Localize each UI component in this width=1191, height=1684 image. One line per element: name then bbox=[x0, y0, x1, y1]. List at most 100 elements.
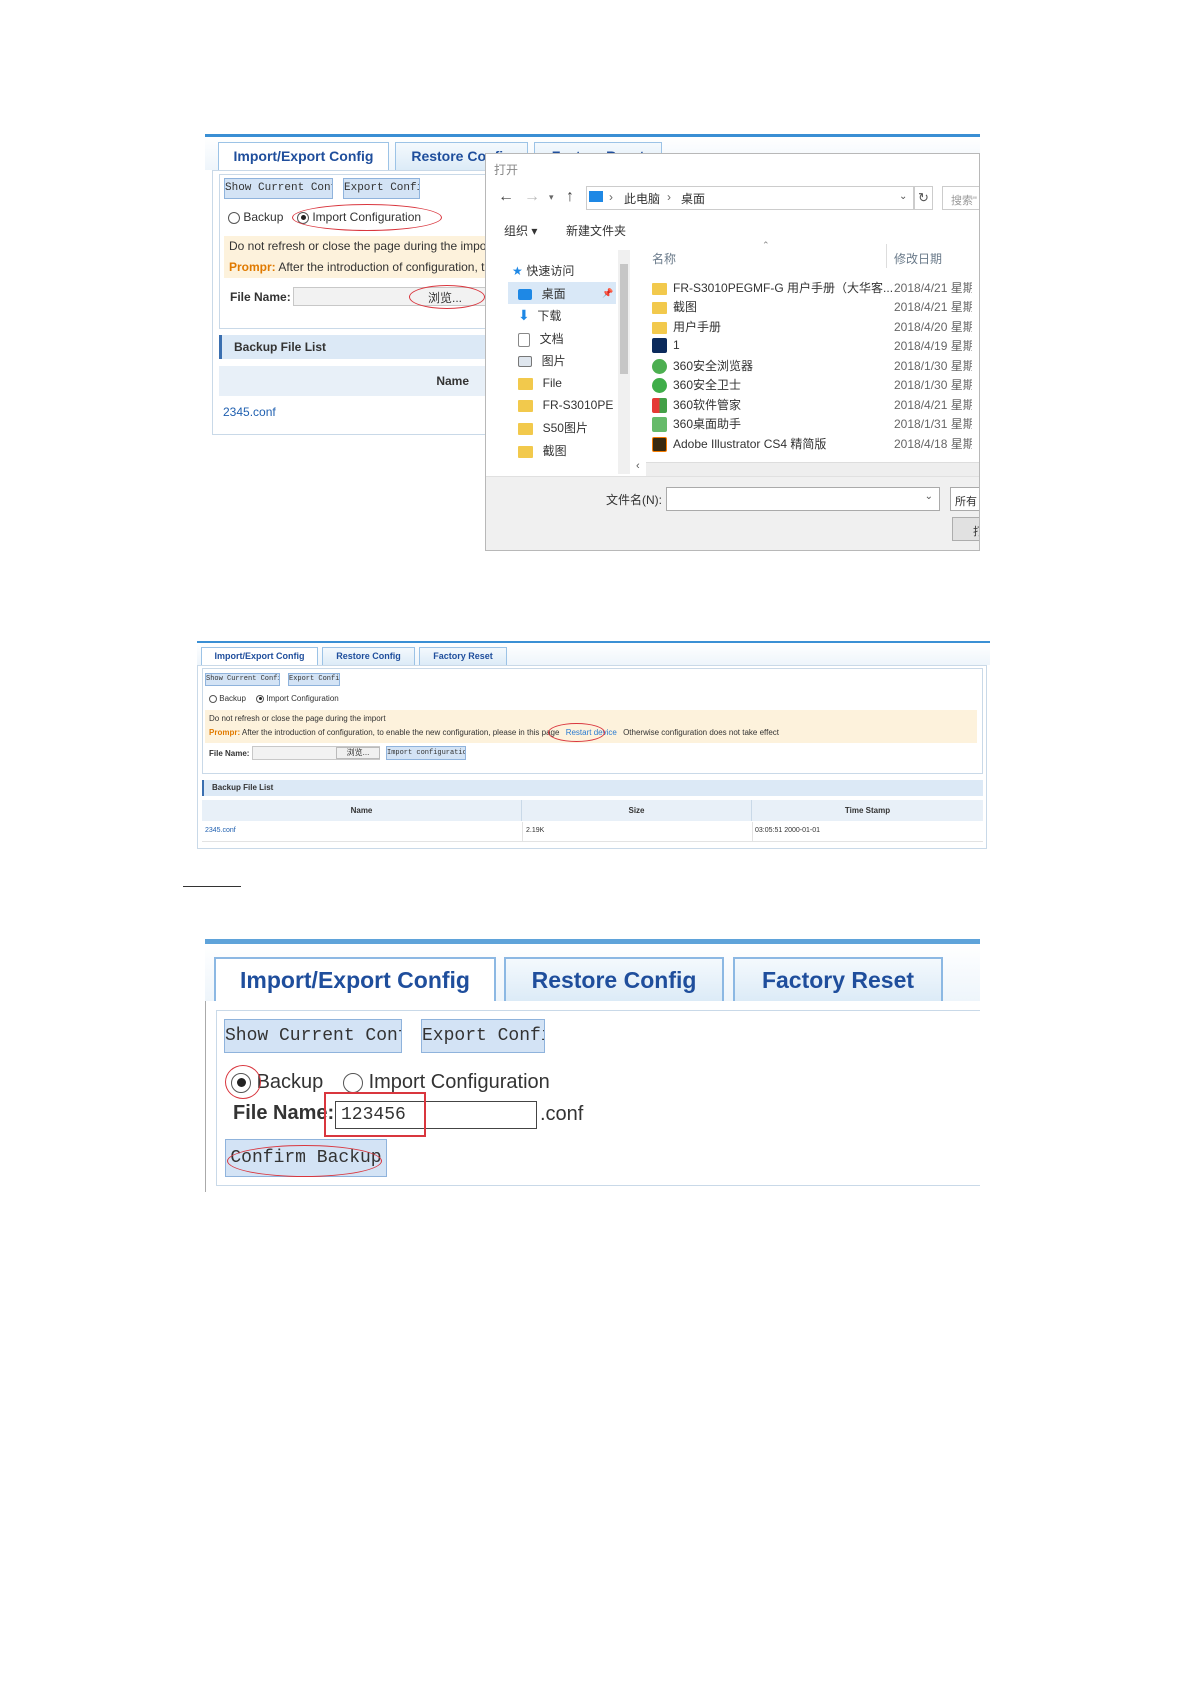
nav-quick-access[interactable]: ★ 快速访问 bbox=[512, 262, 574, 279]
nav-label: 快速访问 bbox=[526, 264, 575, 278]
browse-button[interactable]: 浏览... bbox=[336, 747, 380, 759]
file-row[interactable]: 360安全卫士 2018/1/30 星期.. bbox=[652, 376, 972, 394]
radio-backup-label: Backup bbox=[243, 210, 284, 224]
document-icon bbox=[518, 332, 530, 347]
import-configuration-button[interactable]: Import configuration bbox=[386, 746, 466, 760]
file-row[interactable]: FR-S3010PEGMF-G 用户手册（大华客... 2018/4/21 星期… bbox=[652, 279, 972, 296]
nav-downloads[interactable]: ⬇ 下载 bbox=[518, 307, 561, 324]
file-row[interactable]: 1 2018/4/19 星期.. bbox=[652, 337, 972, 354]
nav-folder-screenshots[interactable]: 截图 bbox=[518, 442, 567, 459]
annotation-oval-import bbox=[292, 204, 442, 231]
nav-folder-file[interactable]: File bbox=[518, 375, 562, 390]
show-current-config-button[interactable]: Show Current Config bbox=[224, 1019, 402, 1053]
file-date: 2018/1/31 星期.. bbox=[894, 417, 972, 431]
open-button[interactable]: 打 bbox=[952, 517, 979, 541]
column-header-date[interactable]: 修改日期 bbox=[894, 250, 942, 267]
export-config-button[interactable]: Export Config bbox=[288, 673, 340, 686]
export-config-button[interactable]: Export Config bbox=[343, 178, 420, 199]
tab-factory-reset[interactable]: Factory Reset bbox=[733, 957, 943, 1001]
folder-icon bbox=[518, 422, 533, 435]
file-row[interactable]: 360软件管家 2018/4/21 星期.. bbox=[652, 396, 972, 414]
refresh-icon[interactable]: ↻ bbox=[914, 186, 933, 210]
tab-import-export[interactable]: Import/Export Config bbox=[201, 647, 318, 665]
file-name: Adobe Illustrator CS4 精简版 bbox=[673, 437, 827, 451]
radio-import-circle[interactable] bbox=[343, 1072, 363, 1093]
file-row[interactable]: 截图 2018/4/21 星期.. bbox=[652, 298, 972, 315]
column-header-size: Size bbox=[522, 800, 752, 821]
prompr-label: Prompr: bbox=[209, 728, 241, 737]
filename-input[interactable]: ⌄ bbox=[666, 487, 940, 511]
nav-label: 图片 bbox=[541, 354, 566, 368]
column-header-name[interactable]: 名称 bbox=[652, 250, 676, 267]
breadcrumb-this-pc[interactable]: 此电脑 bbox=[624, 190, 660, 207]
radio-import-label: Import Configuration bbox=[266, 694, 339, 703]
chevron-down-icon[interactable]: ⌄ bbox=[925, 491, 933, 502]
column-divider bbox=[886, 244, 887, 268]
file-name-label: File Name: bbox=[233, 1102, 335, 1124]
file-size: 2.19K bbox=[526, 827, 545, 834]
desktop-assistant-icon bbox=[652, 417, 667, 433]
export-config-button[interactable]: Export Config bbox=[421, 1019, 545, 1053]
scrollbar-thumb[interactable] bbox=[620, 264, 628, 374]
file-date: 2018/4/21 星期.. bbox=[894, 398, 972, 412]
file-row[interactable]: Adobe Illustrator CS4 精简版 2018/4/18 星期.. bbox=[652, 435, 972, 453]
annotation-circle-backup bbox=[225, 1065, 261, 1099]
radio-backup[interactable]: Backup bbox=[228, 210, 283, 224]
column-header-name: Name bbox=[202, 800, 522, 821]
radio-backup-circle[interactable] bbox=[209, 694, 217, 703]
file-row[interactable]: 360安全浏览器 2018/1/30 星期.. bbox=[652, 357, 972, 375]
radio-backup-circle[interactable] bbox=[228, 211, 240, 224]
nav-folder-s50[interactable]: S50图片 bbox=[518, 419, 588, 436]
search-box[interactable]: 搜索" bbox=[942, 186, 979, 210]
file-timestamp: 03:05:51 2000-01-01 bbox=[755, 827, 820, 834]
filetype-select[interactable]: 所有 bbox=[950, 487, 979, 511]
file-name-label: File Name: bbox=[230, 290, 291, 304]
radio-import-circle[interactable] bbox=[256, 694, 264, 703]
tab-restore[interactable]: Restore Config bbox=[322, 647, 415, 665]
file-date: 2018/4/18 星期.. bbox=[894, 437, 972, 451]
tab-factory-reset[interactable]: Factory Reset bbox=[419, 647, 507, 665]
nav-desktop[interactable]: 桌面 bbox=[518, 285, 566, 302]
prompr-text: After the introduction of configuration,… bbox=[278, 260, 485, 274]
tab-import-export[interactable]: Import/Export Config bbox=[214, 957, 496, 1001]
file-row[interactable]: 360桌面助手 2018/1/31 星期.. bbox=[652, 415, 972, 433]
show-current-config-button[interactable]: Show Current Config bbox=[224, 178, 333, 199]
tab-restore[interactable]: Restore Config bbox=[504, 957, 724, 1001]
organize-menu[interactable]: 组织 ▾ bbox=[504, 222, 537, 239]
backup-file-link[interactable]: 2345.conf bbox=[223, 405, 276, 419]
tab-import-export[interactable]: Import/Export Config bbox=[218, 142, 389, 170]
history-dropdown-icon[interactable]: ▾ bbox=[549, 192, 554, 203]
no-refresh-message: Do not refresh or close the page during … bbox=[209, 714, 386, 723]
back-arrow-icon[interactable]: ← bbox=[498, 188, 514, 206]
dialog-title: 打开 bbox=[494, 163, 519, 177]
annotation-oval-restart bbox=[548, 723, 605, 742]
backup-file-link[interactable]: 2345.conf bbox=[205, 827, 236, 834]
radio-import[interactable]: Import Configuration bbox=[256, 694, 339, 703]
forward-arrow-icon[interactable]: → bbox=[524, 188, 540, 206]
nav-folder-fr[interactable]: FR-S3010PEGM bbox=[518, 397, 614, 412]
table-row: 2345.conf 2.19K 03:05:51 2000-01-01 bbox=[202, 822, 983, 842]
up-arrow-icon[interactable]: ↑ bbox=[566, 188, 574, 206]
radio-backup[interactable]: Backup bbox=[209, 694, 246, 703]
backup-file-list-header: Backup File List bbox=[202, 780, 983, 796]
collapse-chevron-icon[interactable]: ‹ bbox=[636, 460, 640, 472]
nav-scrollbar[interactable] bbox=[618, 250, 630, 474]
breadcrumb-desktop[interactable]: 桌面 bbox=[681, 190, 705, 207]
nav-documents[interactable]: 文档 bbox=[518, 330, 564, 347]
nav-label: 桌面 bbox=[541, 287, 566, 301]
file-name: 用户手册 bbox=[673, 320, 722, 334]
folder-icon bbox=[652, 282, 667, 295]
nav-pictures[interactable]: 图片 bbox=[518, 352, 566, 369]
file-date: 2018/4/19 星期.. bbox=[894, 339, 972, 353]
file-row[interactable]: 用户手册 2018/4/20 星期.. bbox=[652, 318, 972, 335]
file-name: FR-S3010PEGMF-G 用户手册（大华客... bbox=[673, 281, 894, 295]
new-folder-button[interactable]: 新建文件夹 bbox=[566, 222, 626, 239]
address-bar[interactable]: › 此电脑 › 桌面 ⌄ bbox=[586, 186, 914, 210]
chevron-down-icon[interactable]: ⌄ bbox=[899, 191, 907, 202]
nav-label: 文档 bbox=[539, 332, 564, 346]
radio-backup-label: Backup bbox=[256, 1071, 324, 1093]
radio-import[interactable]: Import Configuration bbox=[343, 1071, 550, 1094]
show-current-config-button[interactable]: Show Current Config bbox=[205, 673, 280, 686]
column-header-time-stamp: Time Stamp bbox=[752, 800, 983, 821]
software-manager-icon bbox=[652, 398, 667, 414]
